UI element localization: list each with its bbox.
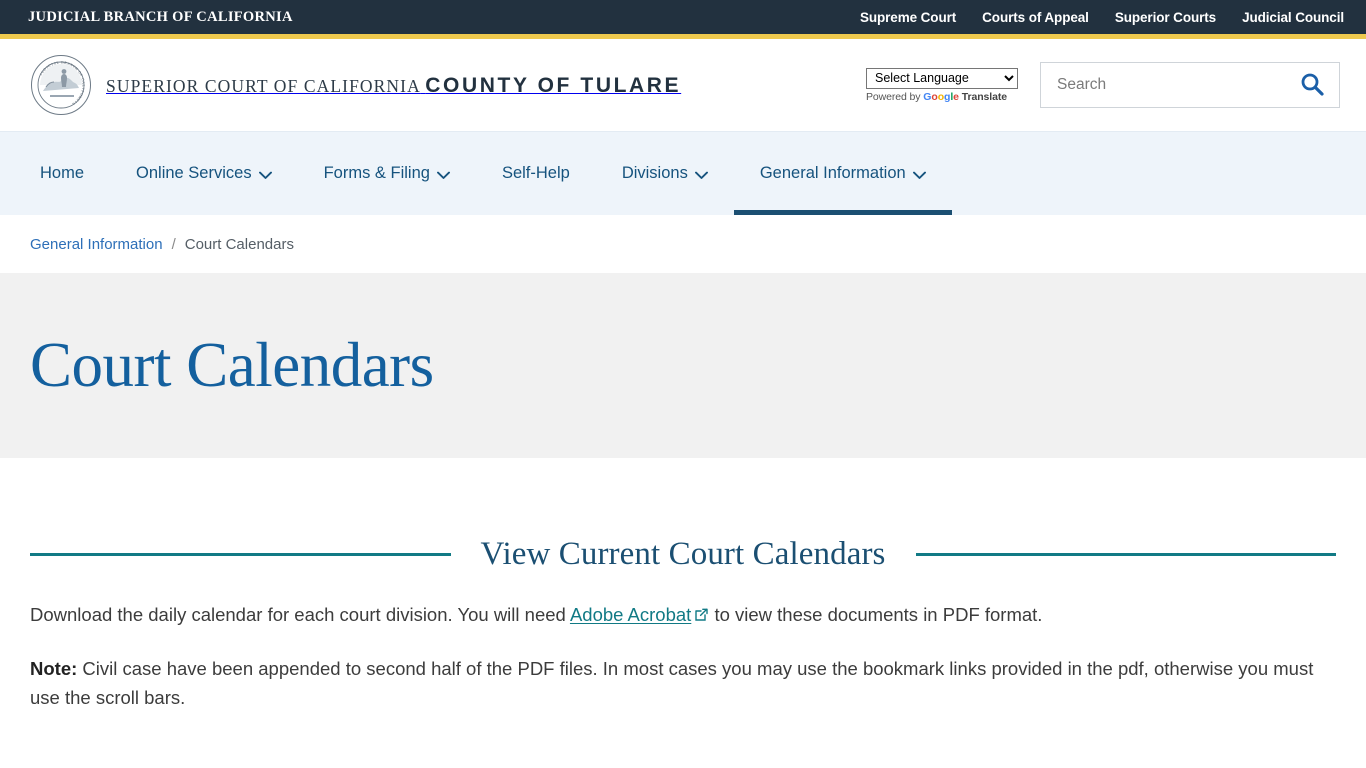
svg-text:L: L [81,84,85,87]
section-rule-right [915,553,1337,556]
masthead: J U D I C I A L B R A N C H O F C A L I … [0,39,1366,131]
search-input[interactable] [1057,76,1297,94]
section-heading: View Current Court Calendars [480,536,886,572]
top-link-supreme-court[interactable]: Supreme Court [860,10,956,25]
nav-label-self-help: Self-Help [501,164,570,182]
nav-label-general-information: General Information [759,164,906,182]
note-label: Note: [30,658,78,680]
breadcrumb: General Information / Court Calendars [0,215,1366,273]
breadcrumb-current-page: Court Calendars [184,235,294,253]
intro-paragraph: Download the daily calendar for each cou… [30,600,1336,630]
nav-item-self-help[interactable]: Self-Help [476,132,596,215]
nav-label-home: Home [40,164,85,182]
court-name-line2: COUNTY OF TULARE [425,74,682,98]
court-name-line1: SUPERIOR COURT OF CALIFORNIA [106,76,421,97]
nav-item-forms-and-filing[interactable]: Forms & Filing [298,132,476,215]
chevron-down-icon [912,166,926,185]
google-translate-widget: Select Language Powered by Google Transl… [866,67,1018,103]
chevron-down-icon [694,166,708,185]
powered-by-google-translate-label: Powered by Google Translate [866,91,1007,103]
main-content: View Current Court Calendars Download th… [0,536,1366,713]
chevron-down-icon [436,166,450,185]
adobe-acrobat-link[interactable]: Adobe Acrobat [570,604,691,625]
page-title: Court Calendars [30,330,434,400]
main-navigation: Home Online Services Forms & Filing Self… [0,131,1366,215]
intro-text-before-link: Download the daily calendar for each cou… [30,604,570,625]
nav-label-forms-and-filing: Forms & Filing [323,164,430,182]
search-box[interactable] [1040,62,1340,108]
top-link-judicial-council[interactable]: Judicial Council [1242,10,1344,25]
note-text: Civil case have been appended to second … [30,658,1314,709]
top-link-superior-courts[interactable]: Superior Courts [1115,10,1216,25]
breadcrumb-link-general-information[interactable]: General Information [30,236,163,253]
masthead-utilities: Select Language Powered by Google Transl… [866,62,1340,108]
nav-item-online-services[interactable]: Online Services [110,132,298,215]
search-submit-button[interactable] [1297,71,1327,100]
powered-by-text: Powered by [866,90,921,103]
nav-label-divisions: Divisions [621,164,688,182]
section-rule-left [30,553,451,556]
section-heading-row: View Current Court Calendars [30,536,1337,573]
external-link-icon [694,605,709,626]
nav-item-divisions[interactable]: Divisions [596,132,734,215]
top-utility-links: Supreme Court Courts of Appeal Superior … [860,10,1344,25]
california-judicial-seal-icon: J U D I C I A L B R A N C H O F C A L I … [30,54,92,116]
nav-item-general-information[interactable]: General Information [733,132,952,215]
page-hero-banner: Court Calendars [0,273,1366,458]
search-icon [1299,71,1325,100]
nav-label-online-services: Online Services [136,164,252,182]
nav-item-home[interactable]: Home [30,132,110,215]
chevron-down-icon [258,166,272,185]
intro-text-after-link: to view these documents in PDF format. [709,604,1043,625]
court-name-block: SUPERIOR COURT OF CALIFORNIA COUNTY OF T… [106,72,681,98]
breadcrumb-separator: / [171,235,176,253]
judicial-branch-brand: JUDICIAL BRANCH OF CALIFORNIA [28,8,293,25]
language-select[interactable]: Select Language [866,67,1018,89]
top-link-courts-of-appeal[interactable]: Courts of Appeal [982,10,1089,25]
translate-word: Translate [961,90,1007,103]
top-utility-bar: JUDICIAL BRANCH OF CALIFORNIA Supreme Co… [0,0,1366,34]
note-paragraph: Note: Civil case have been appended to s… [30,654,1336,712]
google-wordmark: Google [923,90,959,103]
court-logo-link[interactable]: J U D I C I A L B R A N C H O F C A L I … [30,54,681,116]
